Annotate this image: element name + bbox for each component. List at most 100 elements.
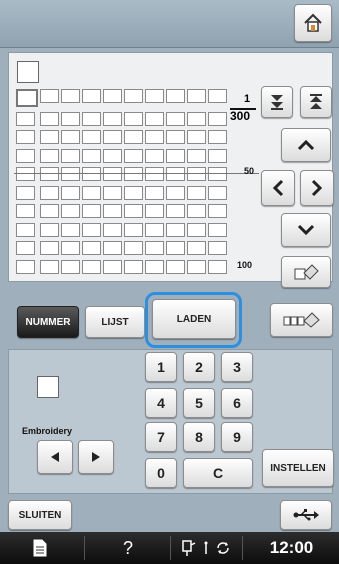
grid-cell[interactable]: [16, 89, 38, 107]
current-pattern-box[interactable]: [17, 61, 39, 83]
key-4[interactable]: 4: [145, 388, 177, 418]
grid-cell[interactable]: [187, 89, 206, 103]
grid-cell[interactable]: [16, 148, 35, 163]
grid-cell[interactable]: [82, 111, 101, 126]
grid-cell[interactable]: [187, 185, 206, 200]
key-5[interactable]: 5: [183, 388, 215, 418]
grid-cell[interactable]: [145, 167, 164, 181]
key-7[interactable]: 7: [145, 422, 177, 452]
grid-cell[interactable]: [145, 259, 164, 274]
grid-cell[interactable]: [124, 185, 143, 200]
grid-cell[interactable]: [124, 222, 143, 237]
grid-cell[interactable]: [103, 185, 122, 200]
grid-cell[interactable]: [124, 89, 143, 103]
help-button[interactable]: ?: [86, 532, 170, 564]
grid-cell[interactable]: [166, 130, 185, 144]
erase-button[interactable]: [281, 256, 331, 288]
grid-cell[interactable]: [145, 241, 164, 255]
scroll-bottom-button[interactable]: [261, 86, 293, 118]
grid-cell[interactable]: [61, 130, 80, 144]
grid-cell[interactable]: [61, 148, 80, 163]
grid-cell[interactable]: [166, 204, 185, 218]
grid-cell[interactable]: [145, 89, 164, 103]
key-clear[interactable]: C: [183, 458, 253, 488]
grid-cell[interactable]: [187, 259, 206, 274]
grid-cell[interactable]: [16, 111, 35, 126]
grid-cell[interactable]: [124, 111, 143, 126]
grid-cell[interactable]: [82, 259, 101, 274]
grid-cell[interactable]: [40, 241, 59, 255]
grid-cell[interactable]: [40, 89, 59, 103]
grid-cell[interactable]: [145, 204, 164, 218]
move-right-button[interactable]: [300, 170, 334, 206]
grid-cell[interactable]: [208, 130, 227, 144]
grid-cell[interactable]: [103, 259, 122, 274]
grid-cell[interactable]: [82, 89, 101, 103]
key-2[interactable]: 2: [183, 352, 215, 382]
grid-cell[interactable]: [61, 185, 80, 200]
grid-cell[interactable]: [124, 204, 143, 218]
grid-cell[interactable]: [187, 204, 206, 218]
grid-cell[interactable]: [166, 111, 185, 126]
grid-cell[interactable]: [208, 111, 227, 126]
grid-cell[interactable]: [166, 167, 185, 181]
grid-cell[interactable]: [16, 241, 35, 255]
tab-lijst[interactable]: LIJST: [85, 306, 145, 338]
next-button[interactable]: [78, 440, 114, 474]
grid-cell[interactable]: [166, 241, 185, 255]
grid-cell[interactable]: [40, 204, 59, 218]
grid-cell[interactable]: [145, 148, 164, 163]
grid-cell[interactable]: [187, 148, 206, 163]
move-down-button[interactable]: [281, 213, 331, 247]
key-9[interactable]: 9: [221, 422, 253, 452]
usb-button[interactable]: [280, 500, 332, 530]
grid-cell[interactable]: [208, 89, 227, 103]
grid-cell[interactable]: [16, 185, 35, 200]
tab-nummer[interactable]: NUMMER: [17, 306, 79, 338]
grid-cell[interactable]: [82, 130, 101, 144]
grid-cell[interactable]: [82, 148, 101, 163]
grid-cell[interactable]: [16, 167, 35, 181]
grid-cell[interactable]: [40, 148, 59, 163]
key-0[interactable]: 0: [145, 458, 177, 488]
grid-cell[interactable]: [82, 204, 101, 218]
grid-cell[interactable]: [40, 167, 59, 181]
grid-cell[interactable]: [103, 167, 122, 181]
grid-cell[interactable]: [208, 204, 227, 218]
grid-cell[interactable]: [16, 130, 35, 144]
grid-cell[interactable]: [124, 148, 143, 163]
grid-cell[interactable]: [61, 89, 80, 103]
move-left-button[interactable]: [261, 170, 295, 206]
move-up-button[interactable]: [281, 128, 331, 162]
document-button[interactable]: [0, 532, 80, 564]
grid-cell[interactable]: [145, 185, 164, 200]
grid-cell[interactable]: [40, 222, 59, 237]
grid-cell[interactable]: [103, 89, 122, 103]
key-6[interactable]: 6: [221, 388, 253, 418]
grid-cell[interactable]: [40, 185, 59, 200]
grid-cell[interactable]: [208, 222, 227, 237]
grid-cell[interactable]: [40, 259, 59, 274]
grid-cell[interactable]: [103, 241, 122, 255]
grid-cell[interactable]: [16, 222, 35, 237]
instellen-button[interactable]: INSTELLEN: [262, 449, 334, 487]
grid-cell[interactable]: [208, 167, 227, 181]
grid-cell[interactable]: [103, 130, 122, 144]
grid-cell[interactable]: [166, 222, 185, 237]
close-button[interactable]: SLUITEN: [8, 500, 72, 530]
grid-cell[interactable]: [61, 241, 80, 255]
grid-cell[interactable]: [208, 185, 227, 200]
grid-cell[interactable]: [82, 241, 101, 255]
grid-cell[interactable]: [82, 185, 101, 200]
prev-button[interactable]: [37, 440, 73, 474]
key-1[interactable]: 1: [145, 352, 177, 382]
grid-cell[interactable]: [166, 185, 185, 200]
grid-cell[interactable]: [103, 148, 122, 163]
grid-cell[interactable]: [61, 167, 80, 181]
grid-cell[interactable]: [103, 204, 122, 218]
grid-cell[interactable]: [61, 259, 80, 274]
grid-cell[interactable]: [40, 130, 59, 144]
grid-cell[interactable]: [124, 241, 143, 255]
erase-all-button[interactable]: [270, 303, 333, 337]
grid-cell[interactable]: [187, 222, 206, 237]
